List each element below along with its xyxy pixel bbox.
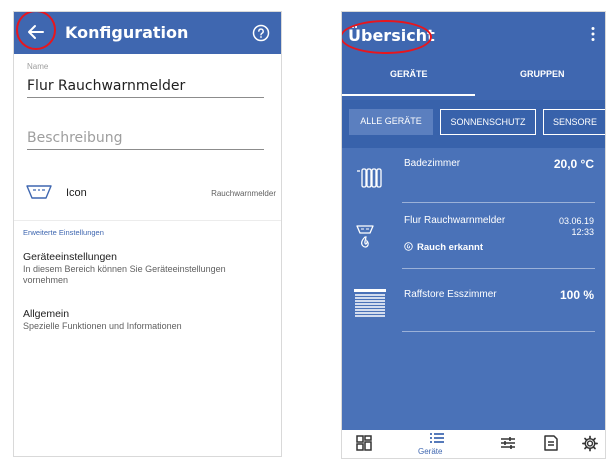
row-divider <box>402 268 595 269</box>
device-value: 20,0 °C <box>553 157 594 171</box>
tab-groups[interactable]: GRUPPEN <box>520 69 565 79</box>
more-vert-icon[interactable] <box>590 26 596 42</box>
general-subtitle: Spezielle Funktionen und Informationen <box>23 321 182 331</box>
description-field[interactable]: Beschreibung <box>27 130 123 146</box>
smoke-detector-icon <box>356 225 374 248</box>
page-title: Konfiguration <box>65 23 189 42</box>
icon-setting-label[interactable]: Icon <box>66 187 87 199</box>
chip-label: SENSORE <box>553 117 598 127</box>
app-bar: Konfiguration <box>14 12 281 54</box>
device-name: Badezimmer <box>404 158 461 169</box>
device-timestamp-time: 12:33 <box>571 227 594 237</box>
blinds-icon <box>354 289 386 317</box>
alarm-text: Rauch erkannt <box>417 242 483 253</box>
tab-devices[interactable]: GERÄTE <box>390 69 428 79</box>
device-value: 100 % <box>559 288 594 302</box>
name-field[interactable]: Flur Rauchwarnmelder <box>27 78 185 94</box>
smoke-alarm-status: Rauch erkannt <box>404 242 483 253</box>
chip-label: ALLE GERÄTE <box>360 116 422 126</box>
row-divider <box>402 331 595 332</box>
flame-icon <box>404 242 413 251</box>
row-divider <box>402 202 595 203</box>
chip-label: SONNENSCHUTZ <box>450 117 526 127</box>
overview-screen: Übersicht GERÄTE GRUPPEN ALLE GERÄTE SON… <box>341 11 606 459</box>
chip-sun-protection[interactable]: SONNENSCHUTZ <box>440 109 536 135</box>
configuration-screen: Konfiguration Name Flur Rauchwarnmelder … <box>13 11 282 457</box>
device-timestamp-date: 03.06.19 <box>558 216 594 226</box>
smoke-detector-outline-icon <box>26 185 52 199</box>
device-settings-title[interactable]: Geräteeinstellungen <box>23 251 117 263</box>
sliders-icon[interactable] <box>499 435 517 451</box>
document-icon[interactable] <box>542 435 560 451</box>
chip-all-devices[interactable]: ALLE GERÄTE <box>349 109 433 135</box>
general-title[interactable]: Allgemein <box>23 308 69 320</box>
device-list-icon[interactable] <box>428 432 446 446</box>
active-tab-indicator <box>342 94 475 96</box>
radiator-icon <box>357 168 382 188</box>
nav-label-devices[interactable]: Geräte <box>418 447 442 456</box>
description-field-underline <box>27 149 264 150</box>
help-icon[interactable] <box>252 24 270 42</box>
chip-sensors[interactable]: SENSORE <box>543 109 605 135</box>
name-field-underline <box>27 97 264 98</box>
bottom-navigation: Geräte <box>342 430 605 458</box>
app-bar: Übersicht GERÄTE GRUPPEN <box>342 12 605 100</box>
gear-icon[interactable] <box>581 435 599 452</box>
divider <box>14 220 281 221</box>
device-name: Raffstore Esszimmer <box>404 289 497 300</box>
dashboard-icon[interactable] <box>355 435 373 451</box>
advanced-settings-link[interactable]: Erweiterte Einstellungen <box>23 228 104 237</box>
name-label: Name <box>27 62 49 71</box>
device-name: Flur Rauchwarnmelder <box>404 215 506 226</box>
device-settings-subtitle: In diesem Bereich können Sie Geräteeinst… <box>23 264 226 285</box>
icon-setting-value[interactable]: Rauchwarnmelder <box>211 189 276 198</box>
page-title: Übersicht <box>348 26 435 45</box>
back-arrow-icon[interactable] <box>23 20 47 44</box>
